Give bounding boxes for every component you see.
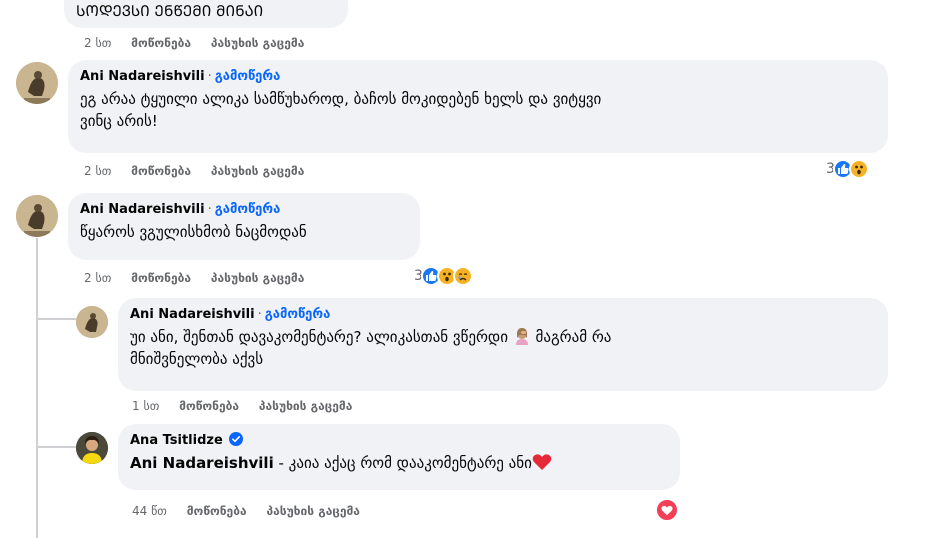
reply-button[interactable]: პასუხის გაცემა xyxy=(211,271,304,285)
follow-link[interactable]: გამოწერა xyxy=(215,69,281,84)
comment-text: წყაროს ვგულისხმობ ნაცმოდან xyxy=(80,223,307,241)
comment-bubble-partial: ᲡᲝᲓᲔᲕᲡᲘ ᲔᲜᲬᲔᲛᲘ ᲛᲘᲜᲐᲘ xyxy=(64,0,348,28)
reply-text: უი ანი, შენთან დავაკომენტარე? ალიკასთან … xyxy=(130,326,876,370)
comment-actions: 2 სთ მოწონება პასუხის გაცემა xyxy=(84,35,320,51)
like-button[interactable]: მოწონება xyxy=(131,36,191,50)
reply-text-body: - კაია აქაც რომ დააკომენტარე ანი xyxy=(273,454,532,472)
comment-time[interactable]: 2 სთ xyxy=(84,164,111,178)
comment-bubble: Ani Nadareishvili · გამოწერა წყაროს ვგულის… xyxy=(68,193,420,260)
separator-dot: · xyxy=(207,69,212,84)
follow-link[interactable]: გამოწერა xyxy=(265,307,331,322)
reaction-summary[interactable] xyxy=(655,498,679,522)
reply-button[interactable]: პასუხის გაცემა xyxy=(266,504,359,518)
mention-link[interactable]: Ani Nadareishvili xyxy=(130,454,274,472)
comment-author[interactable]: Ani Nadareishvili xyxy=(80,69,205,84)
reply-time[interactable]: 44 წთ xyxy=(132,504,167,518)
thread-branch xyxy=(36,446,76,448)
separator-dot: · xyxy=(257,307,262,322)
comment-text: ეგ არაა ტყუილი ალიკა სამწუხაროდ, ბაჩოს მ… xyxy=(80,90,602,130)
reply-button[interactable]: პასუხის გაცემა xyxy=(211,36,304,50)
reply-button[interactable]: პასუხის გაცემა xyxy=(259,399,352,413)
thread-branch xyxy=(36,318,76,320)
woman-facepalming-emoji xyxy=(513,327,531,345)
reaction-summary[interactable]: 3 xyxy=(826,159,869,179)
like-button[interactable]: მოწონება xyxy=(179,399,239,413)
avatar[interactable] xyxy=(76,432,108,464)
reply-actions: 1 სთ მოწონება პასუხის გაცემა xyxy=(132,398,368,414)
comment-actions: 2 სთ მოწონება პასუხის გაცემა xyxy=(84,270,320,286)
avatar[interactable] xyxy=(16,62,58,104)
like-button[interactable]: მოწონება xyxy=(131,271,191,285)
comment-time[interactable]: 2 სთ xyxy=(84,36,111,50)
wow-icon xyxy=(848,159,869,179)
avatar[interactable] xyxy=(76,306,108,338)
follow-link[interactable]: გამოწერა xyxy=(215,202,281,217)
reply-bubble: Ani Nadareishvili · გამოწერა უი ანი, შენთა… xyxy=(118,298,888,391)
comment-actions: 2 სთ მოწონება პასუხის გაცემა xyxy=(84,163,320,179)
reply-author[interactable]: Ani Nadareishvili xyxy=(130,307,255,322)
comment-author[interactable]: Ani Nadareishvili xyxy=(80,202,205,217)
like-button[interactable]: მოწონება xyxy=(131,164,191,178)
red-heart-emoji xyxy=(532,453,552,471)
reply-text: Ani Nadareishvili - კაია აქაც რომ დააკომ… xyxy=(130,452,668,474)
separator-dot: · xyxy=(207,202,212,217)
reply-bubble: Ana Tsitlidze Ani Nadareishvili - კაია ა… xyxy=(118,424,680,490)
reply-actions: 44 წთ მოწონება პასუხის გაცემა xyxy=(132,503,376,519)
comment-bubble: Ani Nadareishvili · გამოწერა ეგ არაა ტყუილ… xyxy=(68,60,888,153)
avatar[interactable] xyxy=(16,195,58,237)
reply-text-part1: უი ანი, შენთან დავაკომენტარე? ალიკასთან … xyxy=(130,328,508,346)
thread-line xyxy=(36,238,38,538)
like-button[interactable]: მოწონება xyxy=(187,504,247,518)
verified-badge-icon xyxy=(229,432,244,446)
reply-time[interactable]: 1 სთ xyxy=(132,399,159,413)
comment-time[interactable]: 2 სთ xyxy=(84,271,111,285)
comment-text: ᲡᲝᲓᲔᲕᲡᲘ ᲔᲜᲬᲔᲛᲘ ᲛᲘᲜᲐᲘ xyxy=(76,2,264,20)
reaction-summary[interactable]: 3 xyxy=(414,266,473,286)
reply-author[interactable]: Ana Tsitlidze xyxy=(130,433,223,448)
love-icon xyxy=(655,498,679,522)
reply-button[interactable]: პასუხის გაცემა xyxy=(211,164,304,178)
sad-icon xyxy=(452,266,473,286)
